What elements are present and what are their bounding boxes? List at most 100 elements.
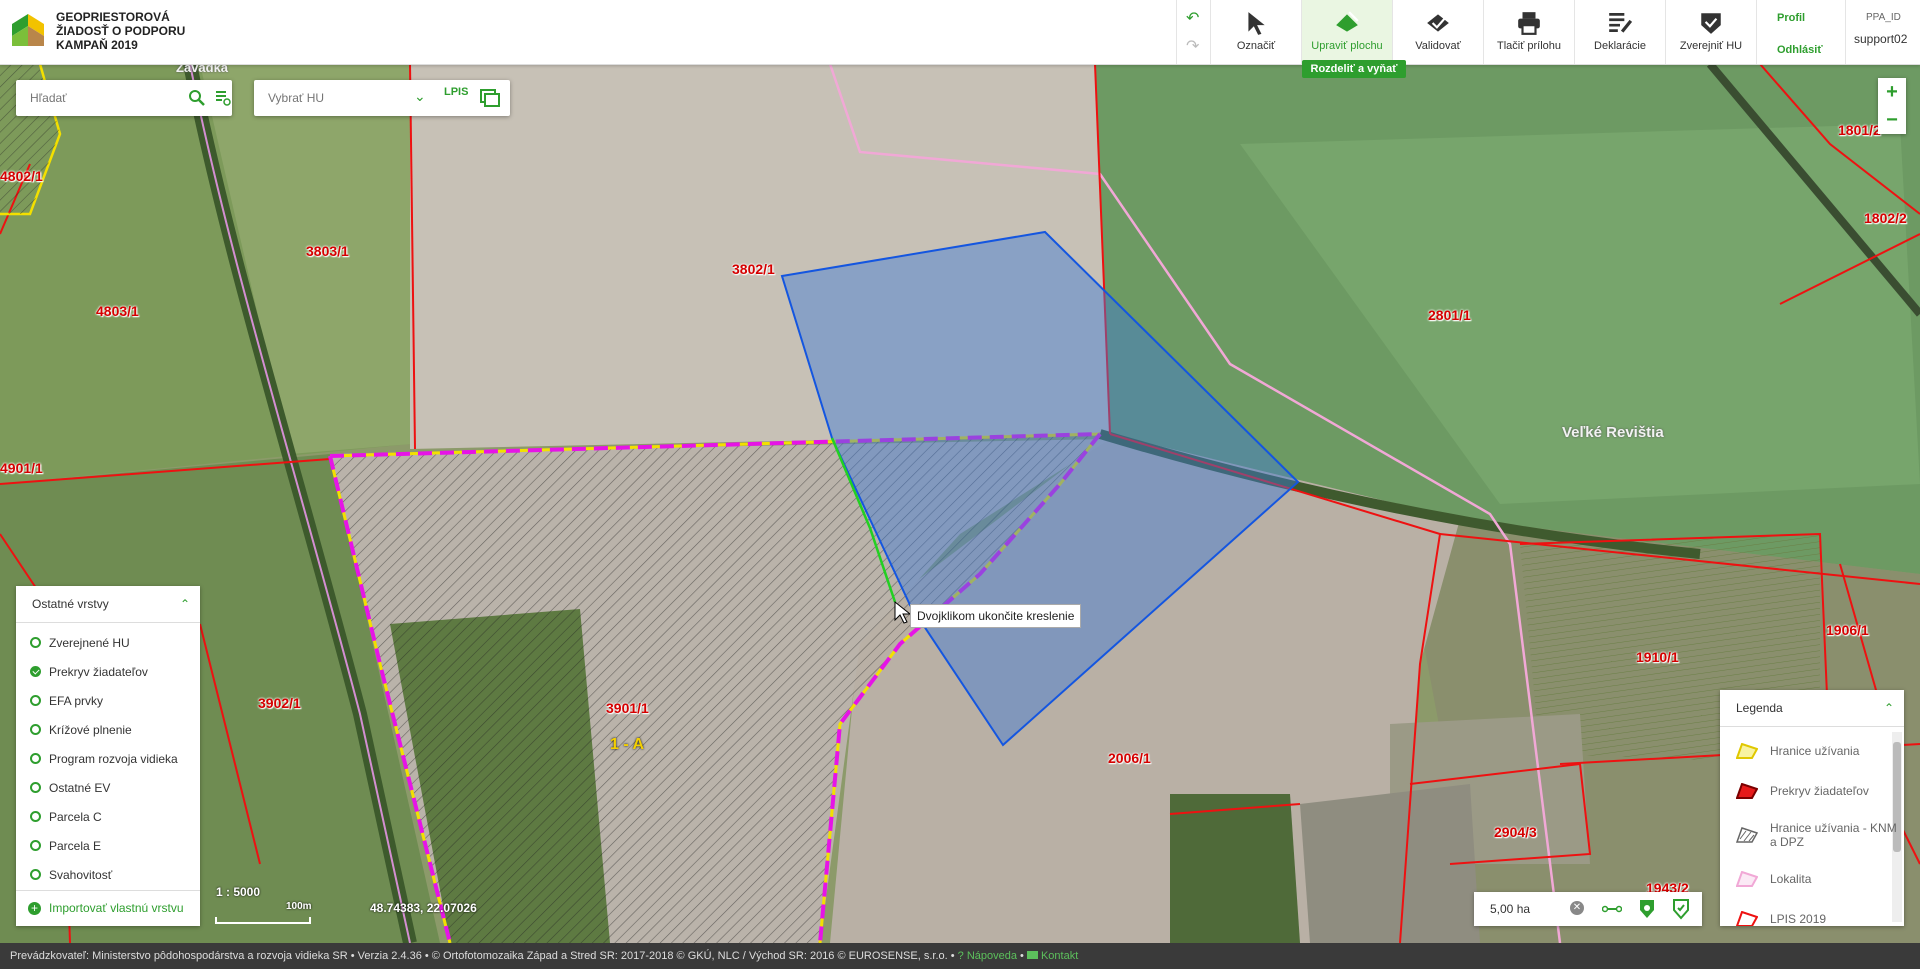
parcel-label: 1801/2: [1838, 122, 1881, 138]
area-value: 5,00 ha: [1490, 902, 1531, 916]
split-and-remove-button[interactable]: Rozdeliť a vyňať: [1302, 60, 1406, 78]
radio[interactable]: [30, 724, 41, 735]
legend-panel: Legenda ⌃ Hranice užívania Prekryv žiada…: [1720, 690, 1904, 926]
radio[interactable]: [30, 782, 41, 793]
parcel-label: 1802/2: [1864, 210, 1907, 226]
measure-line-icon[interactable]: [1602, 900, 1622, 918]
publish-icon: [1701, 13, 1721, 34]
scale-ratio: 1 : 5000: [216, 885, 261, 899]
map-scale: 1 : 5000 100m: [216, 885, 312, 912]
shield-outline-icon[interactable]: [1672, 898, 1690, 920]
clear-icon[interactable]: ✕: [1570, 901, 1584, 915]
ppa-id-label: PPA_ID: [1866, 12, 1901, 23]
legend-item: Hranice užívania: [1720, 731, 1904, 771]
zoom-out-button[interactable]: −: [1878, 106, 1906, 134]
radio[interactable]: [30, 811, 41, 822]
parcel-label: 3803/1: [306, 243, 349, 259]
parcel-label: 1906/1: [1826, 622, 1869, 638]
scale-bar-label: 100m: [286, 901, 312, 912]
redo-icon[interactable]: ↷: [1186, 36, 1199, 56]
plus-icon: +: [28, 902, 41, 915]
drawing-tooltip: Dvojklikom ukončite kreslenie: [910, 604, 1082, 628]
parcel-label: 4802/1: [0, 168, 43, 184]
layer-toggle-icon[interactable]: [480, 89, 500, 107]
undo-icon[interactable]: ↶: [1186, 8, 1199, 28]
tool-oznacit[interactable]: Označiť: [1210, 0, 1301, 64]
knm-dpz-boundary-icon: [1736, 827, 1758, 843]
tool-deklaracie[interactable]: Deklarácie: [1574, 0, 1665, 64]
layer-item[interactable]: Parcela E: [16, 832, 200, 861]
lpis-toggle[interactable]: LPIS: [444, 86, 468, 98]
search-box: [16, 80, 232, 116]
radio[interactable]: [30, 695, 41, 706]
tool-tlacit-prilohu[interactable]: Tlačiť prílohu: [1483, 0, 1574, 64]
logout-link[interactable]: Odhlásiť: [1777, 44, 1823, 56]
layer-item[interactable]: EFA prvky: [16, 687, 200, 716]
declarations-icon: [1609, 12, 1633, 33]
undo-redo-group: ↶ ↷: [1176, 0, 1211, 64]
parcel-label: 4901/1: [0, 460, 43, 476]
app-logo-icon: [12, 14, 44, 46]
hu-select[interactable]: [266, 90, 420, 106]
parcel-label: 3901/1: [606, 700, 649, 716]
shield-icon[interactable]: [1638, 898, 1656, 920]
chevron-down-icon[interactable]: ⌄: [414, 88, 426, 105]
search-input[interactable]: [28, 90, 172, 106]
advanced-search-icon[interactable]: [214, 89, 232, 107]
cursor-icon: [1248, 12, 1265, 35]
layer-item[interactable]: Zverejnené HU: [16, 629, 200, 658]
print-icon: [1518, 12, 1540, 35]
parcel-label: 1910/1: [1636, 649, 1679, 665]
layer-item[interactable]: Prekryv žiadateľov: [16, 658, 200, 687]
app-title: GEOPRIESTOROVÁ ŽIADOSŤ O PODPORU KAMPAŇ …: [56, 10, 186, 52]
parcel-label: 2801/1: [1428, 307, 1471, 323]
profile-group: Profil Odhlásiť: [1756, 0, 1845, 64]
layers-panel-header[interactable]: Ostatné vrstvy ⌃: [16, 586, 200, 623]
tool-upravit-plochu[interactable]: Upraviť plochu: [1301, 0, 1392, 64]
contact-link[interactable]: Kontakt: [1026, 950, 1078, 962]
tool-validovat[interactable]: Validovať: [1392, 0, 1483, 64]
radio[interactable]: [30, 753, 41, 764]
footer: Prevádzkovateľ: Ministerstvo pôdohospodá…: [0, 943, 1920, 969]
layer-item[interactable]: Krížové plnenie: [16, 716, 200, 745]
parcel-label: 2006/1: [1108, 750, 1151, 766]
map-coordinates: 48.74383, 22.07026: [370, 901, 477, 915]
chevron-collapse-icon[interactable]: ⌃: [1884, 690, 1894, 726]
orthophoto-map[interactable]: [0, 64, 1920, 943]
layer-item[interactable]: Program rozvoja vidieka: [16, 745, 200, 774]
radio[interactable]: [30, 869, 41, 880]
profile-link[interactable]: Profil: [1777, 12, 1805, 24]
radio[interactable]: [30, 637, 41, 648]
block-label: 1 - A: [610, 736, 645, 753]
zoom-in-button[interactable]: +: [1878, 78, 1906, 106]
legend-item: Prekryv žiadateľov: [1720, 771, 1904, 811]
zoom-control: + −: [1878, 78, 1906, 134]
layer-item[interactable]: Svahovitosť: [16, 861, 200, 890]
legend-item: Hranice užívania - KNM a DPZ: [1720, 811, 1904, 859]
radio[interactable]: [30, 840, 41, 851]
search-icon[interactable]: [188, 89, 206, 107]
usage-boundary-icon: [1736, 743, 1758, 759]
layers-panel: Ostatné vrstvy ⌃ Zverejnené HU Prekryv ž…: [16, 586, 200, 926]
footer-text: Prevádzkovateľ: Ministerstvo pôdohospodá…: [10, 950, 955, 962]
parcel-label: 3802/1: [732, 261, 775, 277]
legend-item: Lokalita: [1720, 859, 1904, 899]
import-layer-button[interactable]: + Importovať vlastnú vrstvu: [16, 890, 200, 925]
chevron-collapse-icon[interactable]: ⌃: [180, 586, 190, 622]
validate-icon: [1427, 14, 1449, 32]
legend-item: LPIS 2019: [1720, 899, 1904, 926]
parcel-label: 4803/1: [96, 303, 139, 319]
user-info: PPA_ID support02: [1845, 0, 1920, 64]
layer-item[interactable]: Parcela C: [16, 803, 200, 832]
place-name: Veľké Revištia: [1562, 424, 1664, 441]
lpis-icon: [1736, 911, 1758, 926]
tool-zverejnit-hu[interactable]: Zverejniť HU: [1665, 0, 1756, 64]
layer-item[interactable]: Ostatné EV: [16, 774, 200, 803]
help-link[interactable]: ? Nápoveda: [958, 950, 1017, 962]
map-canvas[interactable]: 4802/1 3803/1 4803/1 3802/1 2801/1 1801/…: [0, 64, 1920, 943]
lokalita-icon: [1736, 871, 1758, 887]
applicant-overlap-icon: [1736, 783, 1758, 799]
legend-header[interactable]: Legenda ⌃: [1720, 690, 1904, 727]
radio-checked[interactable]: [30, 666, 41, 677]
parcel-label: 2904/3: [1494, 824, 1537, 840]
